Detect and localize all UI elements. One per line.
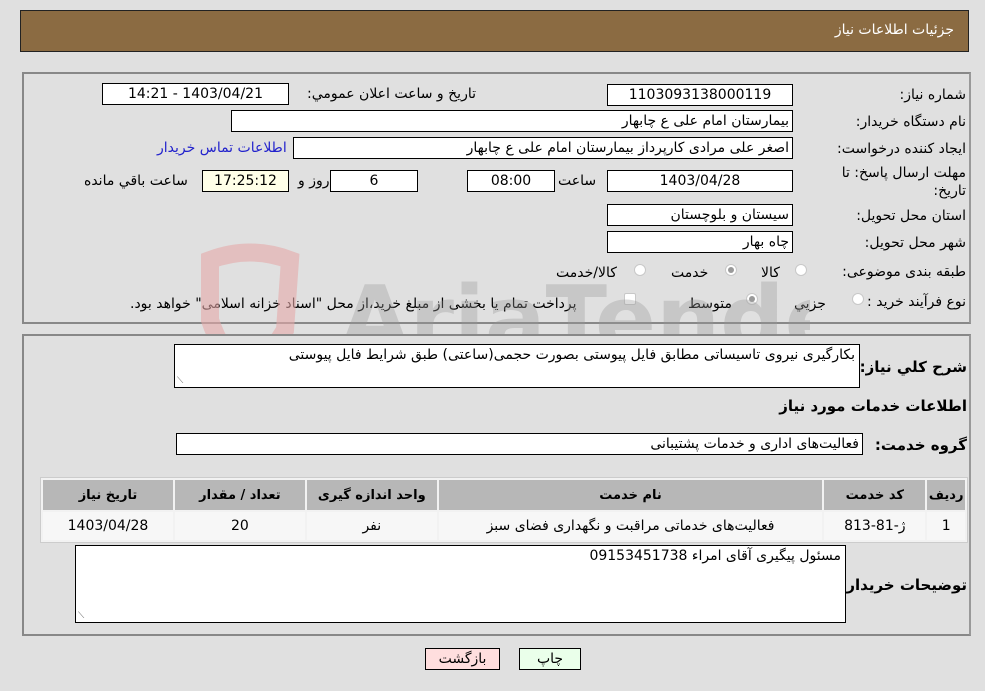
announce-datetime-field: 1403/04/21 - 14:21 (102, 83, 289, 105)
province-label: استان محل تحویل: (856, 208, 966, 224)
col-service-code: کد خدمت (824, 480, 926, 510)
buyer-notes-textarea[interactable]: مسئول پیگیری آقای امراء 09153451738 ⟋ (75, 545, 846, 623)
deadline-date-field: 1403/04/28 (607, 170, 793, 192)
resize-grip-icon[interactable]: ⟋ (177, 376, 183, 386)
summary-text: بکارگیری نیروی تاسیساتی مطابق فایل پیوست… (288, 347, 855, 363)
days-label: روز و (298, 173, 330, 189)
col-service-name: نام خدمت (438, 480, 823, 510)
deadline-time-label: ساعت (558, 173, 597, 189)
service-group-field: فعالیت‌های اداری و خدمات پشتیبانی (176, 433, 863, 455)
summary-textarea[interactable]: بکارگیری نیروی تاسیساتی مطابق فایل پیوست… (174, 344, 860, 388)
col-quantity: تعداد / مقدار (174, 480, 305, 510)
cell-need-date: 1403/04/28 (43, 512, 173, 540)
category-radio-service[interactable] (725, 264, 737, 276)
province-field: سیستان و بلوچستان (607, 204, 793, 226)
services-heading: اطلاعات خدمات مورد نیاز (779, 397, 967, 415)
need-number-field: 1103093138000119 (607, 84, 793, 106)
creator-field: اصغر علی مرادی کارپرداز بیمارستان امام ع… (293, 137, 793, 159)
summary-label: شرح کلي نياز: (859, 358, 967, 376)
table-row: 1 ژ-81-813 فعالیت‌های خدماتی مراقبت و نگ… (43, 512, 965, 540)
cell-service-name: فعالیت‌های خدماتی مراقبت و نگهداری فضای … (438, 512, 823, 540)
buyer-contact-link[interactable]: اطلاعات تماس خریدار (157, 140, 287, 156)
need-number-label: شماره نیاز: (899, 87, 967, 103)
creator-label: ایجاد کننده درخواست: (837, 141, 966, 157)
process-option-minor: جزيي (794, 296, 826, 312)
buyer-notes-label: توضیحات خریدار: (840, 576, 967, 594)
col-unit: واحد اندازه گیری (306, 480, 437, 510)
announce-label: تاریخ و ساعت اعلان عمومي: (307, 86, 476, 102)
back-button[interactable]: بازگشت (425, 648, 500, 670)
city-label: شهر محل تحویل: (864, 235, 966, 251)
deadline-time-field: 08:00 (467, 170, 555, 192)
category-radio-goods[interactable] (795, 264, 807, 276)
page-header: جزئیات اطلاعات نیاز (20, 10, 969, 52)
services-table: ردیف کد خدمت نام خدمت واحد اندازه گیری ت… (40, 477, 968, 543)
col-need-date: تاریخ نیاز (43, 480, 173, 510)
category-option-goods: کالا (761, 265, 780, 281)
remaining-time-field: 17:25:12 (202, 170, 289, 192)
process-option-medium: متوسط (688, 296, 732, 312)
category-option-service: خدمت (671, 265, 709, 281)
cell-row-number: 1 (927, 512, 965, 540)
category-radio-goods-service[interactable] (634, 264, 646, 276)
treasury-checkbox[interactable] (624, 293, 636, 305)
table-header-row: ردیف کد خدمت نام خدمت واحد اندازه گیری ت… (43, 480, 965, 510)
city-field: چاه بهار (607, 231, 793, 253)
buyer-org-label: نام دستگاه خریدار: (855, 114, 966, 130)
cell-quantity: 20 (174, 512, 305, 540)
col-row-number: ردیف (927, 480, 965, 510)
process-radio-minor[interactable] (852, 293, 864, 305)
resize-grip-icon[interactable]: ⟋ (78, 611, 84, 621)
process-radio-medium[interactable] (746, 293, 758, 305)
service-group-label: گروه خدمت: (874, 436, 967, 454)
days-field: 6 (330, 170, 418, 192)
process-label: نوع فرآیند خرید : (867, 294, 966, 310)
page-title: جزئیات اطلاعات نیاز (834, 22, 954, 38)
print-button[interactable]: چاپ (519, 648, 581, 670)
cell-service-code: ژ-81-813 (824, 512, 926, 540)
buyer-org-field: بیمارستان امام علی ع چابهار (231, 110, 793, 132)
deadline-label: مهلت ارسال پاسخ: تا تاریخ: (841, 165, 966, 199)
buyer-notes-text: مسئول پیگیری آقای امراء 09153451738 (589, 548, 841, 564)
category-label: طبقه بندی موضوعی: (842, 264, 966, 280)
treasury-note: پرداخت تمام یا بخشی از مبلغ خرید،از محل … (130, 296, 577, 312)
remaining-label: ساعت باقي مانده (84, 173, 188, 189)
cell-unit: نفر (306, 512, 437, 540)
category-option-goods-service: کالا/خدمت (556, 265, 617, 281)
